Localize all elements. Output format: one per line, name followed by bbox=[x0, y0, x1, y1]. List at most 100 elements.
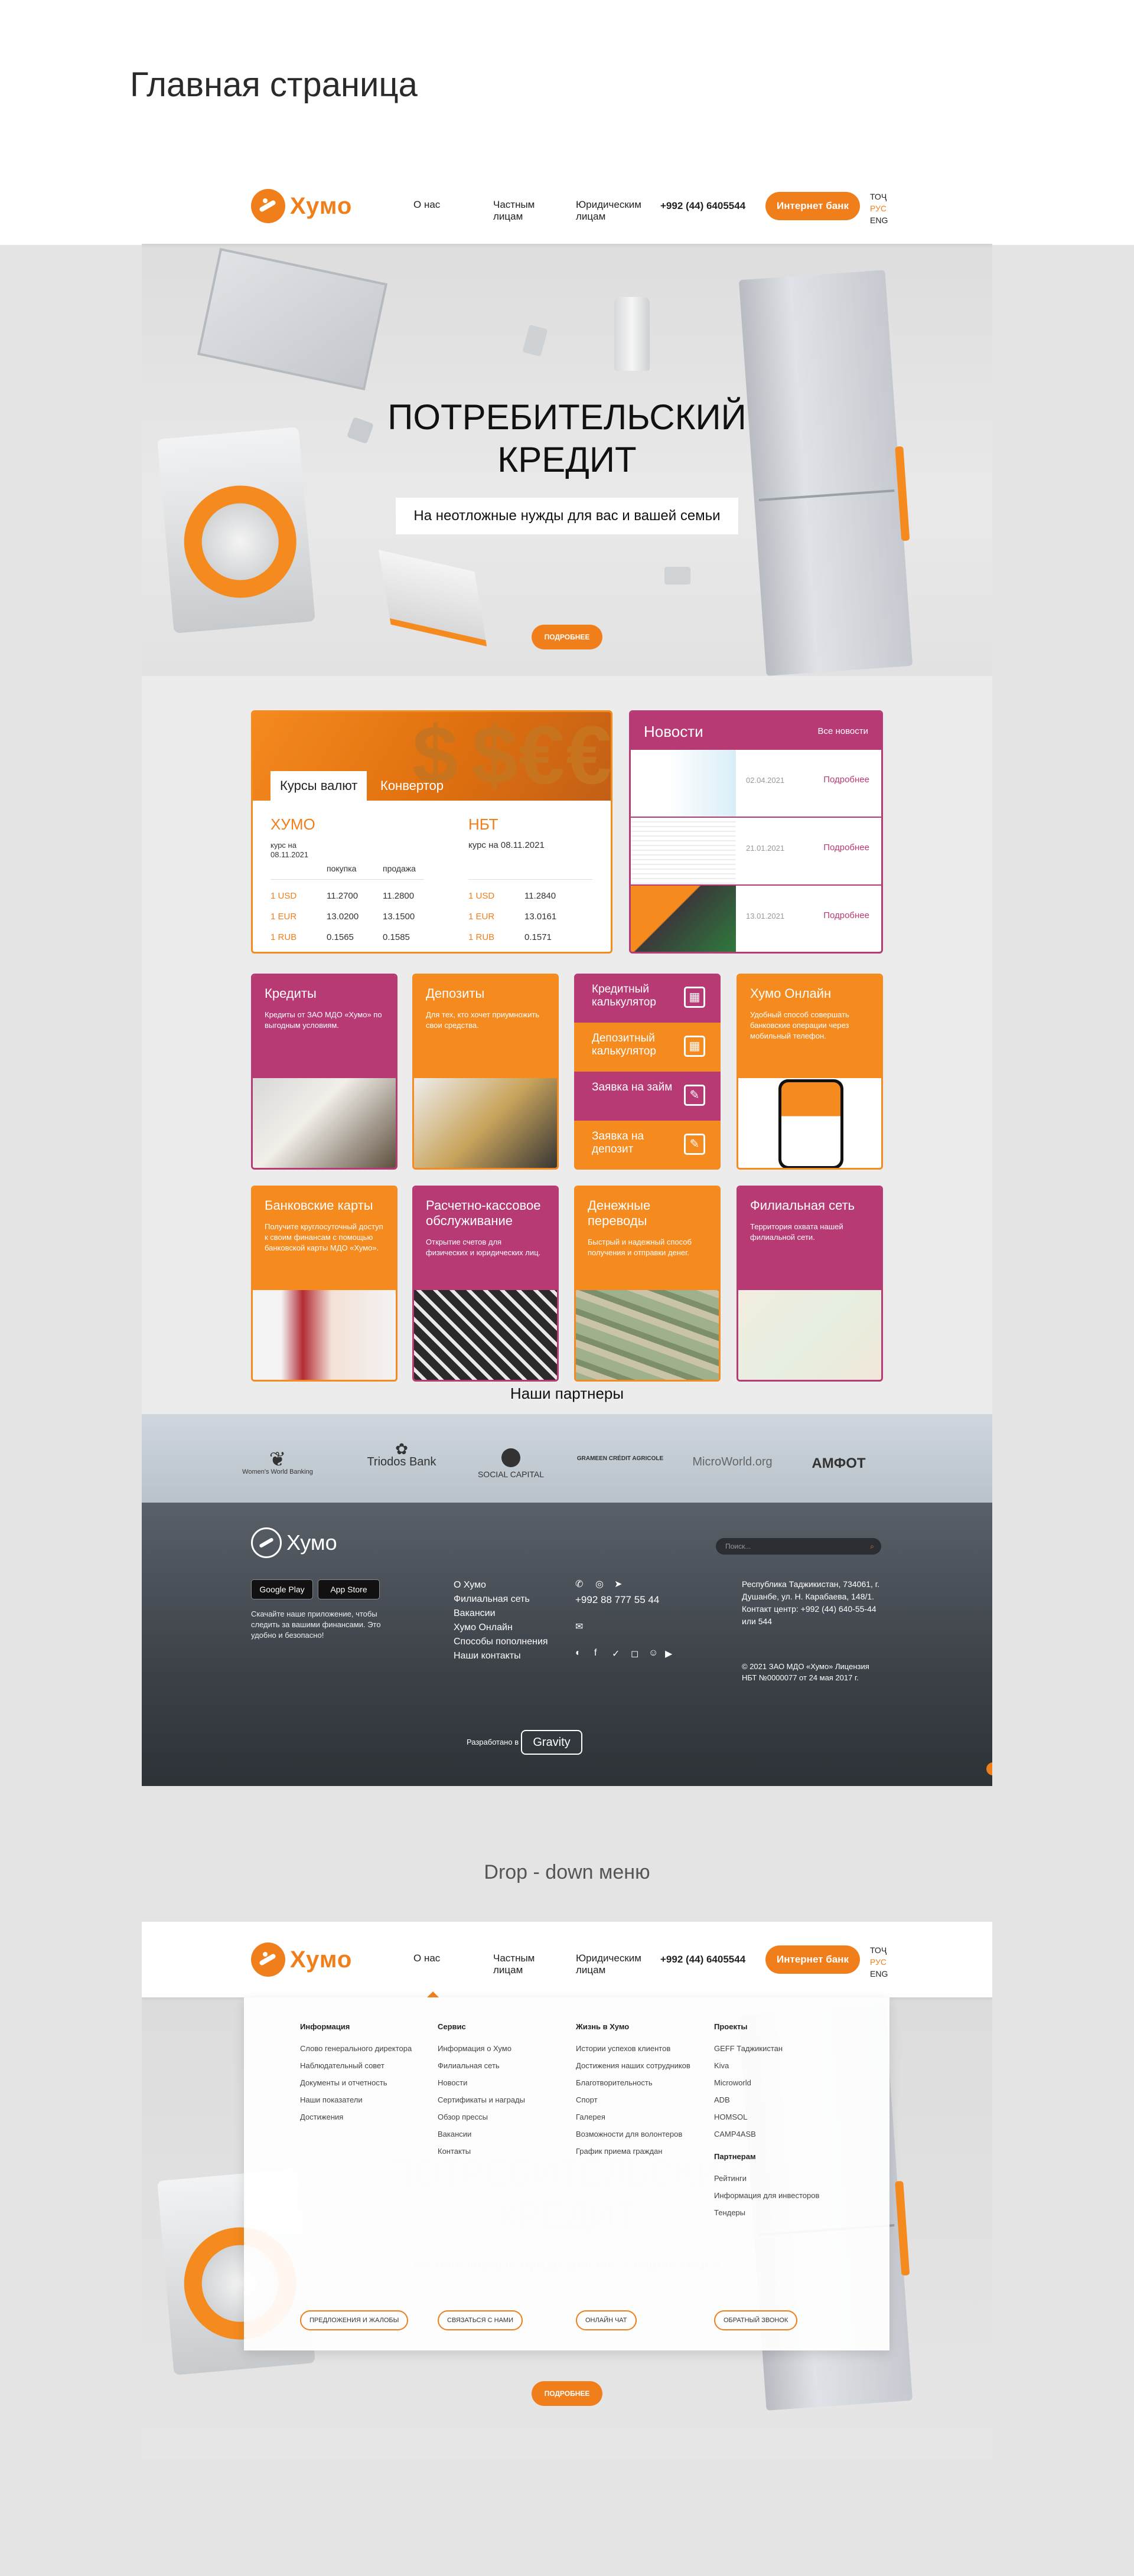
nav-private[interactable]: Частным лицам bbox=[493, 1953, 540, 1976]
menu-item[interactable]: HOMSOL bbox=[714, 2113, 832, 2122]
menu-item[interactable]: Истории успехов клиентов bbox=[576, 2044, 694, 2053]
menu-item[interactable]: Microworld bbox=[714, 2078, 832, 2088]
ok-icon[interactable]: ☺ bbox=[649, 1648, 658, 1658]
app-store-button[interactable]: App Store bbox=[318, 1579, 380, 1599]
lang-tj[interactable]: ТОҶ bbox=[870, 191, 888, 203]
footer-link[interactable]: Способы пополнения bbox=[454, 1635, 548, 1649]
footer-link[interactable]: Наши контакты bbox=[454, 1649, 548, 1663]
menu-item[interactable]: Филиальная сеть bbox=[438, 2061, 556, 2071]
social-icon[interactable]: ◐ bbox=[575, 1648, 581, 1658]
phone-icon[interactable]: ✆ bbox=[575, 1578, 583, 1590]
footer-logo[interactable]: Хумо bbox=[251, 1527, 337, 1558]
partner-logo[interactable]: SOCIAL CAPITAL bbox=[464, 1448, 558, 1479]
hero-more-button[interactable]: ПОДРОБНЕЕ bbox=[532, 2381, 602, 2406]
footer-link[interactable]: Филиальная сеть bbox=[454, 1592, 548, 1607]
footer-link[interactable]: Хумо Онлайн bbox=[454, 1621, 548, 1635]
instagram-icon[interactable]: ◻ bbox=[631, 1648, 638, 1660]
nav-private[interactable]: Частным лицам bbox=[493, 199, 540, 223]
hero-more-button[interactable]: ПОДРОБНЕЕ bbox=[532, 625, 602, 649]
youtube-icon[interactable]: ▶ bbox=[665, 1648, 672, 1660]
menu-item[interactable]: Возможности для волонтеров bbox=[576, 2130, 694, 2139]
card-cash-services[interactable]: Расчетно-кассовое обслуживание Открытие … bbox=[412, 1186, 559, 1382]
loan-request-button[interactable]: Заявка на займ ✎ bbox=[574, 1072, 721, 1121]
telegram-icon[interactable]: ➤ bbox=[614, 1578, 622, 1590]
partner-logo[interactable]: ✿ Triodos Bank bbox=[360, 1441, 443, 1469]
menu-item[interactable]: Kiva bbox=[714, 2061, 832, 2071]
lang-ru[interactable]: РУС bbox=[870, 203, 888, 214]
logo[interactable]: Хумо bbox=[251, 189, 352, 223]
vk-icon[interactable]: ✓ bbox=[612, 1648, 620, 1660]
menu-item[interactable]: GEFF Таджикистан bbox=[714, 2044, 832, 2053]
menu-item[interactable]: Информация для инвесторов bbox=[714, 2191, 832, 2200]
menu-item[interactable]: ADB bbox=[714, 2095, 832, 2105]
menu-item[interactable]: Достижения наших сотрудников bbox=[576, 2061, 694, 2071]
chat-icon[interactable] bbox=[986, 1762, 992, 1775]
list-item[interactable]: 21.01.2021 Подробнее bbox=[631, 818, 881, 886]
partner-logo[interactable]: GRAMEEN CRÉDIT AGRICOLE bbox=[570, 1455, 670, 1462]
news-more-link[interactable]: Подробнее bbox=[823, 775, 869, 785]
menu-item[interactable]: Рейтинги bbox=[714, 2174, 832, 2183]
feedback-button[interactable]: ПРЕДЛОЖЕНИЯ И ЖАЛОБЫ bbox=[300, 2310, 409, 2330]
gravity-logo[interactable]: Gravity bbox=[521, 1730, 582, 1755]
menu-item[interactable]: Наши показатели bbox=[300, 2095, 418, 2105]
header-phone[interactable]: +992 (44) 6405544 bbox=[660, 200, 745, 212]
tab-rates[interactable]: Курсы валют bbox=[271, 771, 367, 801]
all-news-link[interactable]: Все новости bbox=[817, 726, 868, 736]
footer-link[interactable]: О Хумо bbox=[454, 1578, 548, 1592]
menu-item[interactable]: CAMP4ASB bbox=[714, 2130, 832, 2139]
menu-item[interactable]: Наблюдательный совет bbox=[300, 2061, 418, 2071]
menu-item[interactable]: Сертификаты и награды bbox=[438, 2095, 556, 2105]
card-deposits[interactable]: Депозиты Для тех, кто хочет приумножить … bbox=[412, 974, 559, 1170]
menu-item[interactable]: Вакансии bbox=[438, 2130, 556, 2139]
menu-item[interactable]: Новости bbox=[438, 2078, 556, 2088]
internet-bank-button[interactable]: Интернет банк bbox=[765, 1945, 860, 1974]
online-chat-button[interactable]: ОНЛАЙН ЧАТ bbox=[576, 2310, 637, 2330]
menu-item[interactable]: Контакты bbox=[438, 2147, 556, 2156]
menu-item[interactable]: График приема граждан bbox=[576, 2147, 694, 2156]
tab-converter[interactable]: Конвертор bbox=[371, 771, 453, 801]
deposit-calculator-button[interactable]: Депозитный калькулятор ▦ bbox=[574, 1023, 721, 1072]
news-more-link[interactable]: Подробнее bbox=[823, 843, 869, 853]
footer-search-input[interactable]: Поиск... ⌕ bbox=[716, 1538, 881, 1555]
google-play-button[interactable]: Google Play bbox=[251, 1579, 313, 1599]
menu-item[interactable]: Информация о Хумо bbox=[438, 2044, 556, 2053]
partner-logo[interactable]: АМФОТ bbox=[791, 1455, 886, 1472]
search-icon[interactable]: ⌕ bbox=[870, 1538, 874, 1555]
list-item[interactable]: 13.01.2021 Подробнее bbox=[631, 886, 881, 952]
menu-item[interactable]: Документы и отчетность bbox=[300, 2078, 418, 2088]
lang-tj[interactable]: ТОҶ bbox=[870, 1944, 888, 1956]
deposit-request-button[interactable]: Заявка на депозит ✎ bbox=[574, 1121, 721, 1170]
contact-us-button[interactable]: СВЯЗАТЬСЯ С НАМИ bbox=[438, 2310, 523, 2330]
menu-item[interactable]: Спорт bbox=[576, 2095, 694, 2105]
menu-item[interactable]: Обзор прессы bbox=[438, 2113, 556, 2122]
menu-item[interactable]: Достижения bbox=[300, 2113, 418, 2122]
mail-icon[interactable]: ✉ bbox=[575, 1621, 583, 1633]
footer-link[interactable]: Вакансии bbox=[454, 1607, 548, 1621]
nav-about[interactable]: О нас bbox=[413, 199, 440, 211]
facebook-icon[interactable]: f bbox=[594, 1648, 597, 1658]
lang-ru[interactable]: РУС bbox=[870, 1956, 888, 1968]
card-humo-online[interactable]: Хумо Онлайн Удобный способ совершать бан… bbox=[737, 974, 883, 1170]
nav-about[interactable]: О нас bbox=[413, 1953, 440, 1964]
card-money-transfers[interactable]: Денежные переводы Быстрый и надежный спо… bbox=[574, 1186, 721, 1382]
nav-business[interactable]: Юридическим лицам bbox=[576, 1953, 647, 1976]
logo[interactable]: Хумо bbox=[251, 1942, 352, 1977]
internet-bank-button[interactable]: Интернет банк bbox=[765, 192, 860, 220]
lang-en[interactable]: ENG bbox=[870, 1968, 888, 1980]
whatsapp-icon[interactable]: ◎ bbox=[595, 1578, 604, 1590]
credit-calculator-button[interactable]: Кредитный калькулятор ▦ bbox=[574, 974, 721, 1023]
card-credits[interactable]: Кредиты Кредиты от ЗАО МДО «Хумо» по выг… bbox=[251, 974, 397, 1170]
menu-item[interactable]: Галерея bbox=[576, 2113, 694, 2122]
callback-button[interactable]: ОБРАТНЫЙ ЗВОНОК bbox=[714, 2310, 798, 2330]
menu-item[interactable]: Слово генерального директора bbox=[300, 2044, 418, 2053]
list-item[interactable]: 02.04.2021 Подробнее bbox=[631, 750, 881, 818]
card-bank-cards[interactable]: Банковские карты Получите круглосуточный… bbox=[251, 1186, 397, 1382]
menu-item[interactable]: Тендеры bbox=[714, 2208, 832, 2218]
partner-logo[interactable]: MicroWorld.org bbox=[685, 1455, 780, 1469]
menu-item[interactable]: Благотворительность bbox=[576, 2078, 694, 2088]
card-branch-network[interactable]: Филиальная сеть Территория охвата нашей … bbox=[737, 1186, 883, 1382]
nav-business[interactable]: Юридическим лицам bbox=[576, 199, 647, 223]
lang-en[interactable]: ENG bbox=[870, 214, 888, 226]
news-more-link[interactable]: Подробнее bbox=[823, 910, 869, 920]
footer-phone[interactable]: +992 88 777 55 44 bbox=[575, 1594, 659, 1606]
